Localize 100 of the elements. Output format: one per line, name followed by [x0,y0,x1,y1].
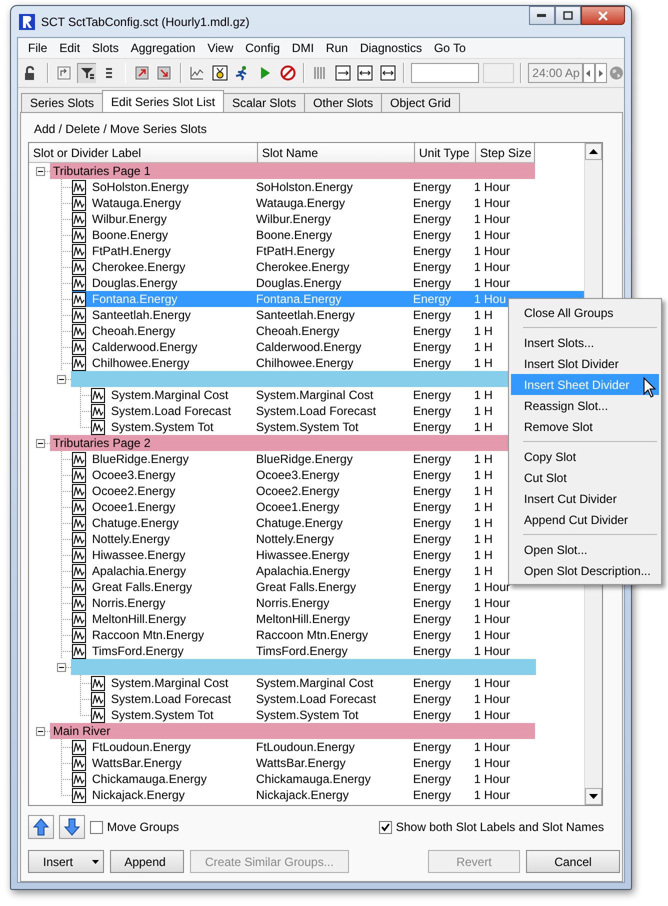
table-cell-text: Wilbur.Energy [255,212,332,226]
table-cell-text: Energy [412,708,452,722]
table-cell-text: SoHolston.Energy [255,180,354,194]
table-cell-text: Fontana.Energy [255,292,342,306]
table-cell-text: MeltonHill.Energy [91,612,188,626]
table-cell-text: Apalachia.Energy [91,564,188,578]
table-cell-text: FtPatH.Energy [255,244,336,258]
table-cell-text: 1 H [473,404,494,418]
table-cell-text: Energy [412,180,452,194]
table-cell-text: Energy [412,468,452,482]
table-cell-text: Energy [412,564,452,578]
section-label: Add / Delete / Move Series Slots [34,122,208,136]
table-cell-text: TimsFord.Energy [255,644,349,658]
table-cell-text: Watauga.Energy [255,196,346,210]
table-cell-text: System.Load Forecast [255,692,378,706]
table-cell-text: Douglas.Energy [255,276,342,290]
table-cell-text: MeltonHill.Energy [255,612,352,626]
table-cell-text: Energy [412,404,452,418]
table-cell-text: System.Marginal Cost [110,676,230,690]
table-cell-text: Energy [412,324,452,338]
table-cell-text: Chilhowee.Energy [91,356,190,370]
table-cell-text: 1 Hour [473,196,512,210]
table-cell-text: System.System Tot [255,708,360,722]
table-cell-text: SoHolston.Energy [91,180,190,194]
table-cell-text: Chilhowee.Energy [255,356,354,370]
table-cell-text: System.Marginal Cost [255,388,374,402]
table-cell-text: Chatuge.Energy [255,516,344,530]
table-cell-text: 1 Hour [473,212,512,226]
table-cell-text: Energy [412,772,452,786]
table-cell-text: WattsBar.Energy [91,756,183,770]
table-cell-text: Chatuge.Energy [91,516,180,530]
table-cell-text: System.Load Forecast [110,404,232,418]
table-cell-text: 1 Hour [473,260,512,274]
table-cell-text: 1 H [473,484,494,498]
table-cell-text: Cheoah.Energy [255,324,340,338]
table-cell-text: Energy [412,628,452,642]
table-cell-text: Cheoah.Energy [91,324,176,338]
table-cell-text: Santeetlah.Energy [91,308,192,322]
table-cell-text: Energy [412,212,452,226]
table-cell-text: 1 H [473,500,494,514]
table-cell-text: Energy [412,756,452,770]
table-cell-text: 1 Hour [473,740,512,754]
table-cell-text: Cherokee.Energy [255,260,350,274]
table-cell-text: 1 Hour [473,708,512,722]
table-cell-text: Apalachia.Energy [255,564,352,578]
table-cell-text: Ocoee1.Energy [91,500,176,514]
table-cell-text: FtLoudoun.Energy [255,740,356,754]
table-cell-text: System.System Tot [255,420,360,434]
table-cell-text: System.System Tot [110,708,214,722]
table-cell-text: Energy [412,340,452,354]
table-cell-text: 1 Hour [473,644,512,658]
table-cell-text: Ocoee1.Energy [255,500,340,514]
table-cell-text: Norris.Energy [255,596,330,610]
table-cell-text: Energy [412,228,452,242]
table-cell-text: Great Falls.Energy [255,580,358,594]
table-cell-text: Energy [412,548,452,562]
table-cell-text: Energy [412,612,452,626]
table-cell-text: Energy [412,196,452,210]
table-cell-text: Boone.Energy [255,228,334,242]
table-cell-text: Fontana.Energy [91,292,178,306]
table-cell-text: Energy [412,420,452,434]
table-cell-text: Energy [412,276,452,290]
window-title: SCT SctTabConfig.sct (Hourly1.mdl.gz) [41,14,250,28]
table-cell-text: System.Load Forecast [110,692,232,706]
table-cell-text: Calderwood.Energy [91,340,198,354]
table-cell-text: Douglas.Energy [91,276,178,290]
table-cell-text: Ocoee2.Energy [255,484,340,498]
table-cell-text: 1 Hour [473,788,512,802]
table-cell-text: 1 Hour [473,276,512,290]
table-cell-text: Energy [412,580,452,594]
table-cell-text: Energy [412,500,452,514]
table-cell-text: TimsFord.Energy [91,644,185,658]
table-cell-text: Energy [412,676,452,690]
table-cell-text: Ocoee2.Energy [91,484,176,498]
table-cell-text: 1 H [473,324,494,338]
table-cell-text: Nickajack.Energy [255,788,350,802]
table-cell-text: System.Load Forecast [255,404,378,418]
table-cell-text: Raccoon Mtn.Energy [91,628,206,642]
table-cell-text: Cherokee.Energy [91,260,186,274]
table-cell-text: Energy [412,740,452,754]
table-cell-text: Great Falls.Energy [91,580,194,594]
table-cell-text: Energy [412,644,452,658]
table-cell-text: Calderwood.Energy [255,340,362,354]
table-cell-text: 1 Hou [473,292,508,306]
table-cell-text: Norris.Energy [91,596,166,610]
table-cell-text: Wilbur.Energy [91,212,168,226]
table-cell-text: 1 Hour [473,772,512,786]
table-cell-text: 1 H [473,388,494,402]
table-cell-text: Energy [412,692,452,706]
table-cell-text: Hiwassee.Energy [255,548,350,562]
table-cell-text: 1 Hour [473,580,512,594]
table-cell-text: 1 Hour [473,180,512,194]
table-cell-text: System.Marginal Cost [110,388,230,402]
table-cell-text: Energy [412,356,452,370]
table-cell-text: 1 H [473,548,494,562]
table-cell-text: Ocoee3.Energy [91,468,176,482]
table-cell-text: Energy [412,788,452,802]
table-cell-text: 1 Hour [473,244,512,258]
table-cell-text: 1 Hour [473,628,512,642]
table-cell-text: Nottely.Energy [255,532,335,546]
